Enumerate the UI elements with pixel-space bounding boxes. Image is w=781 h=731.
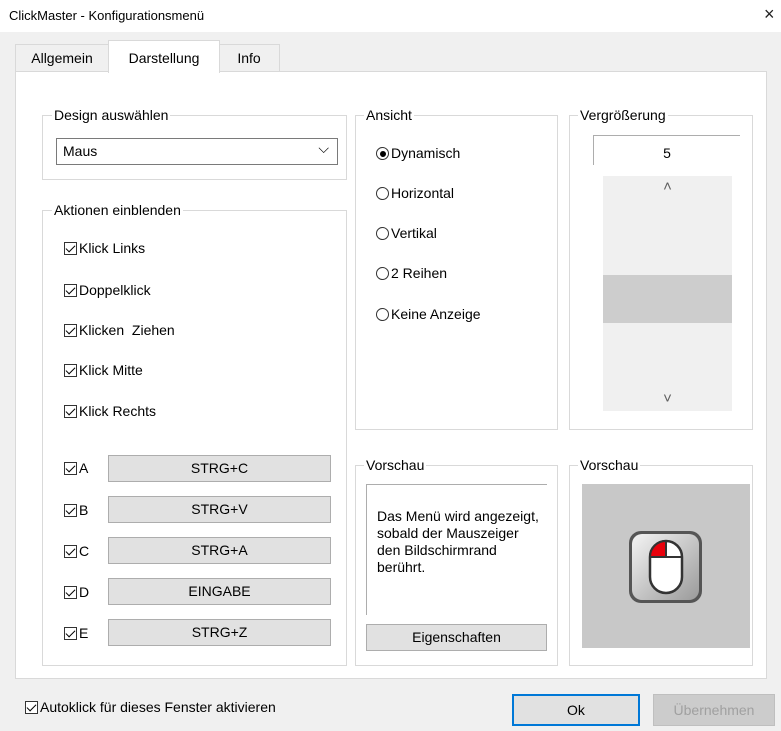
close-icon[interactable]: × [764, 4, 775, 25]
checkbox-hotkey-a[interactable]: A [64, 460, 88, 476]
zoom-value: 5 [663, 145, 671, 161]
radio-label: Horizontal [391, 185, 455, 201]
title-bar: ClickMaster - Konfigurationsmenü × [0, 0, 781, 32]
radio-horizontal[interactable]: Horizontal [376, 185, 454, 201]
hotkey-letter: D [79, 584, 90, 600]
checkbox-icon [64, 462, 77, 475]
chevron-up-icon[interactable]: ˄ [603, 178, 732, 195]
zoom-value-field[interactable]: 5 [593, 135, 740, 165]
tab-allgemein[interactable]: Allgemein [15, 44, 109, 72]
hotkey-a-button[interactable]: STRG+C [108, 455, 331, 482]
design-selected-value: Maus [63, 143, 98, 159]
hotkey-letter: C [79, 543, 90, 559]
radio-dynamisch[interactable]: Dynamisch [376, 145, 460, 161]
checkbox-klick-mitte[interactable]: Klick Mitte [64, 362, 143, 378]
zoom-slider-track[interactable]: ˄ ˅ [603, 176, 732, 411]
radio-2-reihen[interactable]: 2 Reihen [376, 265, 447, 281]
checkbox-icon [64, 545, 77, 558]
checkbox-hotkey-c[interactable]: C [64, 543, 89, 559]
hotkey-b-button[interactable]: STRG+V [108, 496, 331, 523]
checkbox-klicken-ziehen[interactable]: Klicken Ziehen [64, 322, 175, 338]
eigenschaften-button[interactable]: Eigenschaften [366, 624, 547, 651]
checkbox-icon [64, 504, 77, 517]
checkbox-icon [64, 586, 77, 599]
radio-keine-anzeige[interactable]: Keine Anzeige [376, 306, 481, 322]
hotkey-letter: E [79, 625, 89, 641]
checkbox-label: Doppelklick [79, 282, 151, 298]
radio-label: Vertikal [391, 225, 437, 241]
checkbox-hotkey-d[interactable]: D [64, 584, 89, 600]
ok-button[interactable]: Ok [512, 694, 640, 726]
checkbox-label: Klick Mitte [79, 362, 143, 378]
hotkey-e-button[interactable]: STRG+Z [108, 619, 331, 646]
hotkey-d-button[interactable]: EINGABE [108, 578, 331, 605]
tab-info[interactable]: Info [218, 44, 280, 72]
radio-label: Dynamisch [391, 145, 461, 161]
checkbox-icon [64, 627, 77, 640]
checkbox-icon [64, 364, 77, 377]
checkbox-klick-links[interactable]: Klick Links [64, 240, 145, 256]
radio-icon [376, 308, 389, 321]
hotkey-letter: A [79, 460, 89, 476]
radio-vertikal[interactable]: Vertikal [376, 225, 437, 241]
checkbox-icon [64, 405, 77, 418]
hotkey-letter: B [79, 502, 89, 518]
checkbox-label: Klick Rechts [79, 403, 157, 419]
checkbox-icon [64, 284, 77, 297]
apply-button[interactable]: Übernehmen [653, 694, 775, 726]
preview-text-box: Das Menü wird angezeigt, sobald der Maus… [366, 484, 547, 615]
hotkey-c-button[interactable]: STRG+A [108, 537, 331, 564]
checkbox-hotkey-e[interactable]: E [64, 625, 88, 641]
tab-label: Darstellung [128, 50, 200, 66]
tab-darstellung[interactable]: Darstellung [108, 40, 220, 73]
preview-image-area [582, 484, 750, 648]
actions-legend: Aktionen einblenden [52, 202, 183, 218]
radio-icon [376, 147, 389, 160]
radio-icon [376, 267, 389, 280]
radio-icon [376, 227, 389, 240]
radio-label: Keine Anzeige [391, 306, 481, 322]
tab-label: Allgemein [31, 50, 93, 66]
chevron-down-icon: ⌵ [318, 140, 329, 156]
checkbox-label: Klick Links [79, 240, 146, 256]
preview-text-legend: Vorschau [364, 457, 427, 473]
design-select[interactable]: Maus ⌵ [56, 138, 338, 165]
checkbox-klick-rechts[interactable]: Klick Rechts [64, 403, 156, 419]
radio-label: 2 Reihen [391, 265, 448, 281]
preview-description: Das Menü wird angezeigt, sobald der Maus… [377, 508, 539, 575]
zoom-legend: Vergrößerung [578, 107, 668, 123]
ansicht-legend: Ansicht [364, 107, 414, 123]
checkbox-icon [25, 701, 38, 714]
mouse-icon [629, 531, 702, 603]
checkbox-icon [64, 242, 77, 255]
checkbox-doppelklick[interactable]: Doppelklick [64, 282, 151, 298]
checkbox-label: Klicken Ziehen [79, 322, 175, 338]
checkbox-hotkey-b[interactable]: B [64, 502, 88, 518]
window-title: ClickMaster - Konfigurationsmenü [9, 8, 205, 23]
autoclick-label: Autoklick für dieses Fenster aktivieren [40, 699, 276, 715]
chevron-down-icon[interactable]: ˅ [603, 390, 732, 407]
radio-icon [376, 187, 389, 200]
checkbox-icon [64, 324, 77, 337]
zoom-slider-thumb[interactable] [603, 275, 732, 323]
design-legend: Design auswählen [52, 107, 171, 123]
autoclick-checkbox[interactable]: Autoklick für dieses Fenster aktivieren [25, 699, 276, 715]
tab-label: Info [237, 50, 261, 66]
preview-image-legend: Vorschau [578, 457, 641, 473]
